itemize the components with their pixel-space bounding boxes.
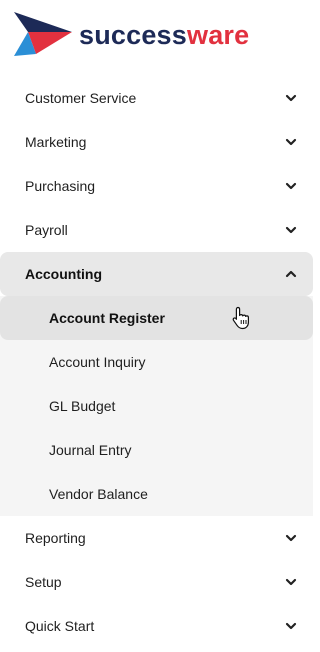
- brand-wordmark: successware: [79, 20, 249, 50]
- menu-item-accounting[interactable]: Accounting: [0, 252, 313, 296]
- submenu-item-account-register[interactable]: Account Register: [0, 296, 313, 340]
- menu-item-label: Setup: [25, 574, 62, 590]
- menu-item-quick-start[interactable]: Quick Start: [0, 604, 313, 648]
- menu-item-customer-service[interactable]: Customer Service: [0, 76, 313, 120]
- submenu-item-label: Account Inquiry: [49, 354, 146, 370]
- menu-item-setup[interactable]: Setup: [0, 560, 313, 604]
- menu-item-reporting[interactable]: Reporting: [0, 516, 313, 560]
- successware-logo-icon: [14, 12, 72, 56]
- chevron-up-icon: [285, 270, 297, 278]
- submenu-item-label: Journal Entry: [49, 442, 132, 458]
- submenu-item-label: Account Register: [49, 310, 165, 326]
- brand-name-success: success: [79, 20, 187, 50]
- chevron-down-icon: [285, 94, 297, 102]
- submenu-item-journal-entry[interactable]: Journal Entry: [0, 428, 313, 472]
- menu-item-label: Customer Service: [25, 90, 137, 106]
- successware-logo[interactable]: successware: [14, 10, 304, 60]
- menu-item-payroll[interactable]: Payroll: [0, 208, 313, 252]
- chevron-down-icon: [285, 622, 297, 630]
- chevron-down-icon: [285, 182, 297, 190]
- sidebar-nav: successware Customer Service Marketing P…: [0, 0, 313, 652]
- chevron-down-icon: [285, 578, 297, 586]
- brand-name-ware: ware: [187, 20, 250, 50]
- menu-item-label: Payroll: [25, 222, 68, 238]
- menu-item-label: Reporting: [25, 530, 86, 546]
- accounting-submenu: Account Register Account Inquiry GL Budg…: [0, 296, 313, 516]
- menu-item-label: Accounting: [25, 266, 102, 282]
- menu-item-label: Marketing: [25, 134, 87, 150]
- submenu-item-label: Vendor Balance: [49, 486, 148, 502]
- chevron-down-icon: [285, 138, 297, 146]
- chevron-down-icon: [285, 534, 297, 542]
- menu-item-label: Purchasing: [25, 178, 96, 194]
- submenu-item-label: GL Budget: [49, 398, 116, 414]
- menu-item-marketing[interactable]: Marketing: [0, 120, 313, 164]
- main-menu: Customer Service Marketing Purchasing Pa…: [0, 76, 313, 648]
- chevron-down-icon: [285, 226, 297, 234]
- hand-pointer-icon: [232, 306, 249, 330]
- submenu-item-vendor-balance[interactable]: Vendor Balance: [0, 472, 313, 516]
- menu-item-label: Quick Start: [25, 618, 95, 634]
- menu-item-purchasing[interactable]: Purchasing: [0, 164, 313, 208]
- submenu-item-gl-budget[interactable]: GL Budget: [0, 384, 313, 428]
- submenu-item-account-inquiry[interactable]: Account Inquiry: [0, 340, 313, 384]
